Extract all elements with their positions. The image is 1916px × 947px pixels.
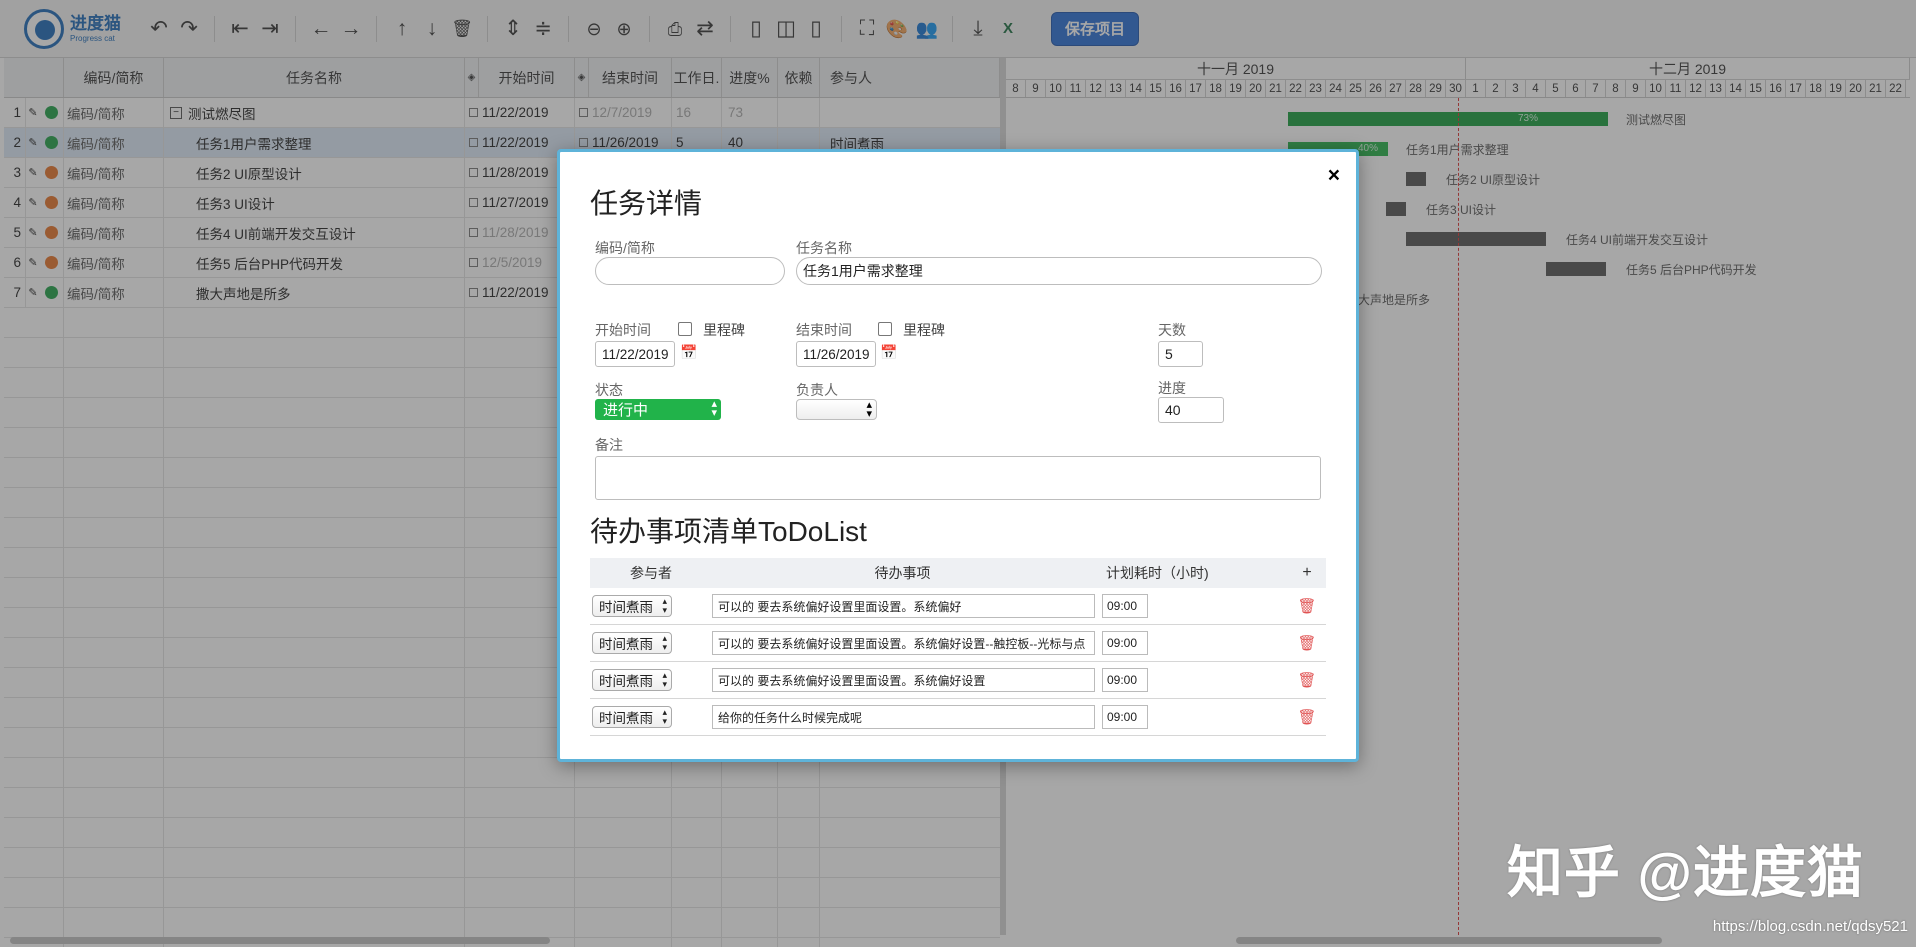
todo-item-input[interactable]: 可以的 要去系统偏好设置里面设置。系统偏好设置: [712, 668, 1095, 692]
todo-hours-input[interactable]: 09:00: [1102, 668, 1148, 692]
task-name-input[interactable]: 任务1用户需求整理: [796, 257, 1322, 285]
todo-person-value: 时间煮雨: [599, 600, 653, 615]
todo-item-input[interactable]: 可以的 要去系统偏好设置里面设置。系统偏好: [712, 594, 1095, 618]
todo-rows: 时间煮雨 ▴ ▾ 可以的 要去系统偏好设置里面设置。系统偏好 09:00 🗑 时间煮雨 ▴ ▾ 可…: [590, 588, 1326, 736]
todo-delete-cell: 🗑: [1288, 708, 1326, 726]
task-detail-modal: × 任务详情 编码/简称 任务名称 任务1用户需求整理 开始时间 里程碑 11/…: [557, 149, 1359, 762]
todo-row: 时间煮雨 ▴ ▾ 可以的 要去系统偏好设置里面设置。系统偏好设置 09:00 🗑: [590, 662, 1326, 699]
trash-icon[interactable]: 🗑: [1297, 672, 1316, 689]
select-arrows-icon: ▴ ▾: [662, 596, 667, 615]
code-label: 编码/简称: [595, 240, 655, 256]
select-arrows-icon: ▴ ▾: [711, 398, 717, 419]
status-select[interactable]: 进行中 ▴ ▾: [595, 399, 721, 420]
todo-item-cell: 给你的任务什么时候完成呢: [712, 705, 1102, 729]
todo-delete-cell: 🗑: [1288, 597, 1326, 615]
todo-person-cell: 时间煮雨 ▴ ▾: [590, 632, 712, 654]
modal-title: 任务详情: [590, 188, 703, 219]
end-date-input[interactable]: 11/26/2019: [796, 341, 876, 367]
todo-hours-input[interactable]: 09:00: [1102, 594, 1148, 618]
todo-hours-cell: 09:00: [1102, 594, 1288, 618]
todo-section-title: 待办事项清单ToDoList: [590, 516, 867, 547]
start-date-label: 开始时间: [595, 322, 651, 338]
todo-delete-cell: 🗑: [1288, 634, 1326, 652]
todo-hours-input[interactable]: 09:00: [1102, 705, 1148, 729]
todo-person-cell: 时间煮雨 ▴ ▾: [590, 706, 712, 728]
end-date-label: 结束时间: [796, 322, 852, 338]
watermark-text: 知乎 @进度猫: [1506, 841, 1864, 904]
start-milestone-label: 里程碑: [703, 322, 745, 338]
owner-select[interactable]: ▴ ▾: [796, 399, 877, 420]
todo-table: 参与者 待办事项 计划耗时（小时) + 时间煮雨 ▴ ▾ 可以的 要去系统偏好设置里面…: [590, 558, 1326, 736]
progress-input[interactable]: 40: [1158, 397, 1224, 423]
todo-header-item: 待办事项: [874, 565, 931, 581]
todo-header-hours: 计划耗时（小时): [1106, 565, 1209, 581]
select-arrows-icon: ▴ ▾: [866, 399, 872, 420]
watermark-url: https://blog.csdn.net/qdsy521: [1712, 918, 1908, 935]
todo-row: 时间煮雨 ▴ ▾ 可以的 要去系统偏好设置里面设置。系统偏好 09:00 🗑: [590, 588, 1326, 625]
todo-delete-cell: 🗑: [1288, 671, 1326, 689]
todo-hours-cell: 09:00: [1102, 631, 1288, 655]
trash-icon[interactable]: 🗑: [1297, 598, 1316, 615]
todo-person-cell: 时间煮雨 ▴ ▾: [590, 595, 712, 617]
select-arrows-icon: ▴ ▾: [662, 707, 667, 726]
progress-label: 进度: [1158, 380, 1186, 396]
calendar-icon[interactable]: 📅: [680, 344, 697, 361]
days-label: 天数: [1158, 322, 1186, 338]
todo-person-cell: 时间煮雨 ▴ ▾: [590, 669, 712, 691]
trash-icon[interactable]: 🗑: [1297, 635, 1316, 652]
todo-item-cell: 可以的 要去系统偏好设置里面设置。系统偏好: [712, 594, 1102, 618]
add-todo-button[interactable]: +: [1288, 564, 1326, 582]
select-arrows-icon: ▴ ▾: [662, 670, 667, 689]
todo-hours-cell: 09:00: [1102, 705, 1288, 729]
close-button[interactable]: ×: [1328, 164, 1340, 188]
owner-label: 负责人: [796, 382, 838, 398]
todo-person-value: 时间煮雨: [599, 637, 653, 652]
todo-row: 时间煮雨 ▴ ▾ 可以的 要去系统偏好设置里面设置。系统偏好设置--触控板--光标与点…: [590, 625, 1326, 662]
todo-item-cell: 可以的 要去系统偏好设置里面设置。系统偏好设置--触控板--光标与点: [712, 631, 1102, 655]
todo-person-select[interactable]: 时间煮雨 ▴ ▾: [592, 706, 672, 728]
trash-icon[interactable]: 🗑: [1297, 709, 1316, 726]
todo-hours-input[interactable]: 09:00: [1102, 631, 1148, 655]
start-date-input[interactable]: 11/22/2019: [595, 341, 675, 367]
todo-hours-cell: 09:00: [1102, 668, 1288, 692]
select-arrows-icon: ▴ ▾: [662, 633, 667, 652]
todo-item-cell: 可以的 要去系统偏好设置里面设置。系统偏好设置: [712, 668, 1102, 692]
todo-row: 时间煮雨 ▴ ▾ 给你的任务什么时候完成呢 09:00 🗑: [590, 699, 1326, 736]
days-input[interactable]: 5: [1158, 341, 1203, 367]
todo-person-select[interactable]: 时间煮雨 ▴ ▾: [592, 632, 672, 654]
todo-item-input[interactable]: 给你的任务什么时候完成呢: [712, 705, 1095, 729]
todo-person-value: 时间煮雨: [599, 674, 653, 689]
todo-table-header: 参与者 待办事项 计划耗时（小时) +: [590, 558, 1326, 588]
todo-item-input[interactable]: 可以的 要去系统偏好设置里面设置。系统偏好设置--触控板--光标与点: [712, 631, 1095, 655]
end-milestone-checkbox[interactable]: [878, 322, 892, 336]
end-milestone-label: 里程碑: [903, 322, 945, 338]
calendar-icon[interactable]: 📅: [880, 344, 897, 361]
todo-header-person: 参与者: [630, 565, 672, 581]
code-input[interactable]: [595, 257, 785, 285]
todo-person-select[interactable]: 时间煮雨 ▴ ▾: [592, 595, 672, 617]
todo-person-value: 时间煮雨: [599, 711, 653, 726]
notes-textarea[interactable]: [595, 456, 1321, 500]
todo-person-select[interactable]: 时间煮雨 ▴ ▾: [592, 669, 672, 691]
notes-label: 备注: [595, 437, 623, 453]
start-milestone-checkbox[interactable]: [678, 322, 692, 336]
status-value: 进行中: [603, 402, 649, 419]
status-label: 状态: [595, 382, 623, 398]
task-name-label: 任务名称: [796, 240, 852, 256]
